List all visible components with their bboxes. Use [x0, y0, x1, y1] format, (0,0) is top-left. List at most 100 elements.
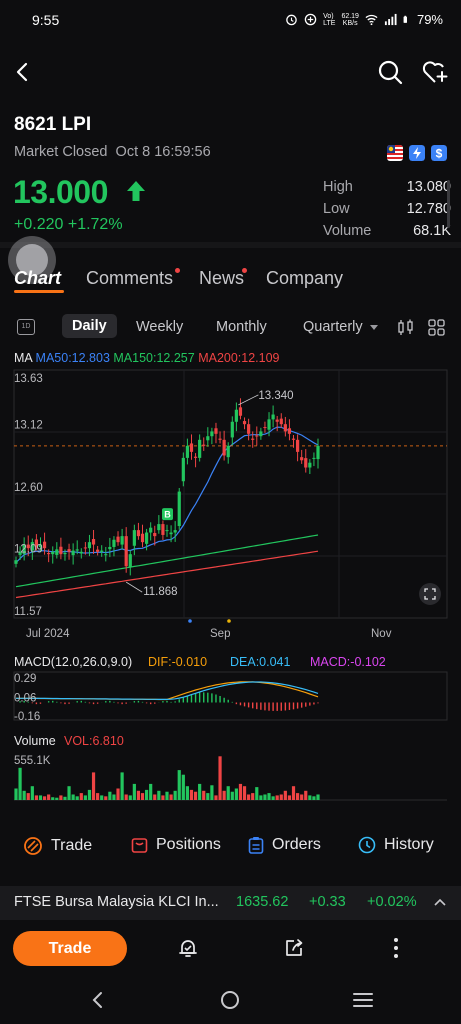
- candle-body: [47, 552, 51, 555]
- nav-back-icon[interactable]: [88, 990, 108, 1010]
- share-icon[interactable]: [282, 936, 306, 960]
- history-tab[interactable]: History: [358, 836, 434, 854]
- volume-bar: [279, 794, 283, 800]
- comments-notification-dot: [175, 268, 180, 273]
- positions-tab[interactable]: Positions: [131, 836, 221, 854]
- candle-body: [173, 530, 177, 533]
- volume-bar: [144, 789, 149, 800]
- macd-legend-1: DIF:-0.010: [148, 655, 207, 669]
- search-icon[interactable]: [376, 58, 404, 86]
- nav-recents-icon[interactable]: [352, 990, 374, 1010]
- volume-bar: [87, 789, 92, 800]
- trade-tab[interactable]: Trade: [23, 836, 92, 856]
- volume-bar: [169, 794, 173, 800]
- active-tab-indicator: [14, 290, 64, 293]
- volume-bar: [153, 794, 157, 800]
- tab-comments[interactable]: Comments: [86, 268, 173, 289]
- index-change-pct: +0.02%: [367, 894, 417, 910]
- volume-bar: [214, 795, 218, 800]
- nav-home-icon[interactable]: [220, 990, 240, 1010]
- volume-bar: [291, 786, 296, 800]
- news-notification-dot: [242, 268, 247, 273]
- volume-bar: [136, 790, 141, 800]
- volume-bar: [30, 786, 34, 800]
- candle-body: [226, 445, 230, 458]
- candle-body: [189, 443, 194, 452]
- period-monthly[interactable]: Monthly: [216, 319, 267, 335]
- volume-bar: [181, 774, 185, 800]
- volume-bar: [157, 790, 161, 800]
- candle-body: [242, 421, 247, 425]
- candle-body: [108, 546, 112, 550]
- alarm-icon: [286, 14, 297, 26]
- event-dot: [227, 619, 231, 623]
- period-quarterly[interactable]: Quarterly: [303, 319, 363, 335]
- candle-body: [59, 546, 63, 555]
- volume-bar: [91, 772, 96, 800]
- volume-bar: [255, 787, 259, 800]
- detail-tabs: Chart Comments News Company: [14, 268, 454, 298]
- candlestick-type-icon[interactable]: [397, 319, 414, 336]
- volume-bar: [96, 793, 100, 800]
- grid-layout-icon[interactable]: [428, 319, 445, 336]
- event-dot: [188, 619, 192, 623]
- status-time: 9:55: [32, 12, 60, 28]
- stat-volume: Volume 68.1K: [323, 223, 451, 239]
- candle-body: [104, 554, 108, 556]
- candle-body: [275, 419, 279, 422]
- price-alert-icon[interactable]: [176, 936, 200, 960]
- volume-bar: [173, 790, 177, 800]
- volume-bar: [104, 796, 108, 800]
- candle-body: [75, 549, 79, 551]
- stats-scrollbar[interactable]: [447, 180, 450, 228]
- candle-body: [96, 549, 100, 552]
- candle-body: [79, 551, 83, 554]
- chevron-up-icon[interactable]: [434, 898, 446, 906]
- candle-body: [169, 532, 173, 535]
- period-weekly[interactable]: Weekly: [136, 319, 183, 335]
- volume-bar: [149, 783, 153, 800]
- intraday-1d-icon[interactable]: 1D: [17, 319, 35, 335]
- fullscreen-icon[interactable]: [419, 583, 441, 605]
- candle-body: [218, 438, 222, 440]
- low-annotation-leader: [125, 581, 143, 593]
- candle-body: [144, 532, 149, 544]
- index-ticker-bar[interactable]: FTSE Bursa Malaysia KLCI In... 1635.62 +…: [0, 886, 461, 920]
- tab-company[interactable]: Company: [266, 268, 343, 289]
- volume-bar: [300, 794, 304, 800]
- tab-chart[interactable]: Chart: [14, 268, 61, 289]
- svg-text:$: $: [436, 147, 443, 161]
- stock-chart[interactable]: 13.63 13.12 12.60 12.09 11.57 13.340 11.868 B Ju…: [0, 366, 461, 806]
- net-speed: 62.19 KB/s: [341, 12, 359, 27]
- section-divider: [0, 242, 461, 248]
- period-daily[interactable]: Daily: [62, 314, 117, 338]
- signal-icon: [384, 13, 397, 26]
- tab-news[interactable]: News: [199, 268, 244, 289]
- candle-body: [51, 551, 55, 555]
- volume-bar: [259, 795, 263, 800]
- trade-button[interactable]: Trade: [13, 931, 127, 966]
- volume-bar: [14, 788, 18, 800]
- fullscreen-bg: [419, 583, 441, 605]
- volume-panel: [14, 756, 447, 801]
- candle-body: [251, 438, 255, 440]
- volume-bar: [22, 790, 26, 800]
- candle-body: [112, 539, 116, 547]
- candle-body: [100, 550, 104, 552]
- macd-panel: [13, 671, 448, 721]
- data-saver-icon: [304, 13, 317, 26]
- candle-body: [157, 524, 161, 531]
- candle-body: [140, 533, 145, 543]
- candle-body: [71, 550, 75, 556]
- orders-tab[interactable]: Orders: [248, 836, 321, 854]
- volume-bar: [210, 785, 214, 800]
- more-options-icon[interactable]: [392, 936, 400, 960]
- add-to-watchlist-icon[interactable]: [420, 58, 450, 86]
- up-arrow-icon: [127, 181, 145, 201]
- volume-bar: [55, 797, 59, 800]
- volume-bar: [247, 794, 251, 800]
- back-arrow-icon[interactable]: [10, 58, 38, 86]
- volume-bar: [67, 786, 71, 800]
- chevron-down-icon[interactable]: [370, 325, 378, 331]
- candle-body: [234, 409, 238, 422]
